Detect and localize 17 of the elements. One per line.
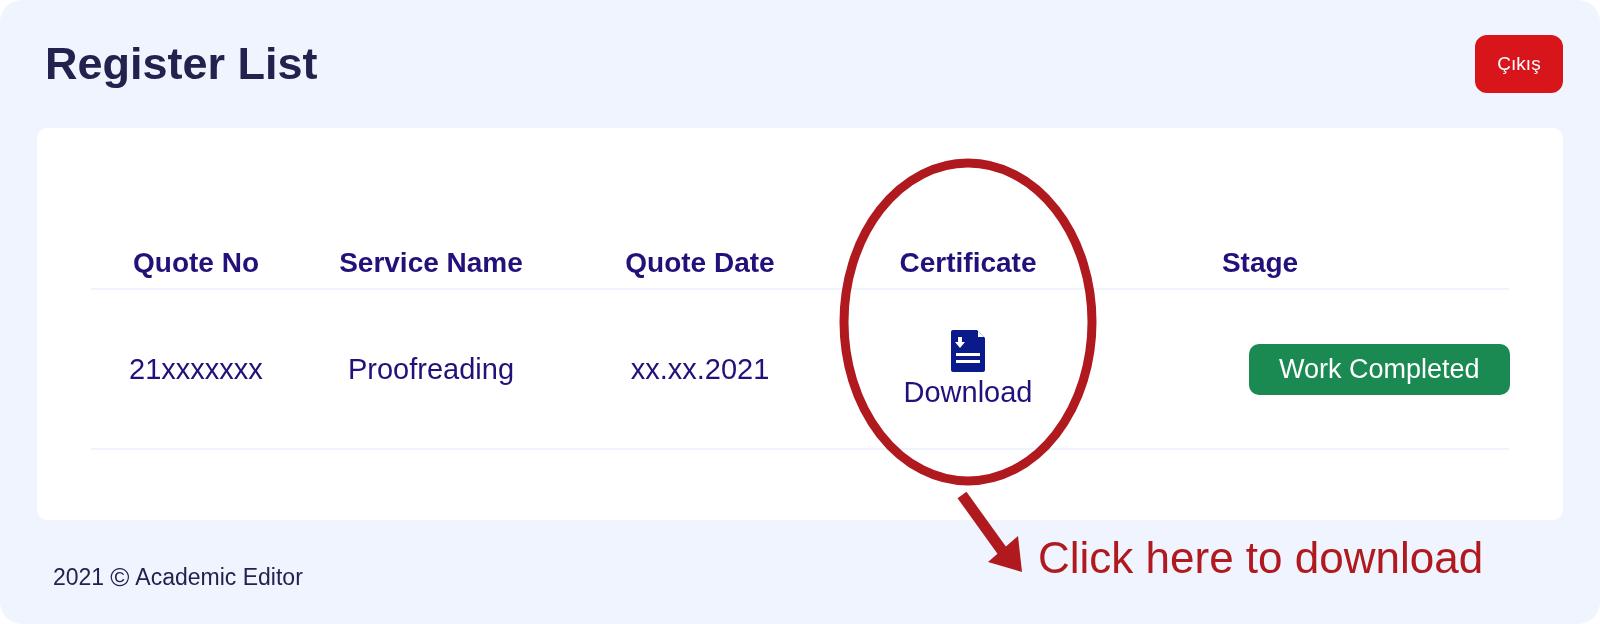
copyright-symbol: © [110, 562, 130, 593]
logout-button[interactable]: Çıkış [1475, 35, 1563, 93]
callout-text: Click here to download [1038, 533, 1484, 583]
column-header: Service Name [338, 247, 524, 279]
page-title: Register List [45, 38, 318, 90]
table-cell-text: Proofreading [346, 352, 516, 386]
table-cell-text: 21xxxxxxx [128, 352, 264, 386]
file-download-icon [951, 329, 985, 372]
column-header: Quote Date [624, 247, 776, 279]
table-cell-text: xx.xx.2021 [629, 352, 771, 386]
column-header: Certificate [898, 247, 1038, 279]
footer-company: Academic Editor [135, 564, 303, 591]
column-header: Quote No [132, 247, 260, 279]
download-link[interactable]: Download [903, 329, 1033, 409]
column-header: Stage [1220, 247, 1300, 279]
footer-year: 2021 [53, 564, 105, 591]
status-badge: Work Completed [1249, 343, 1510, 395]
